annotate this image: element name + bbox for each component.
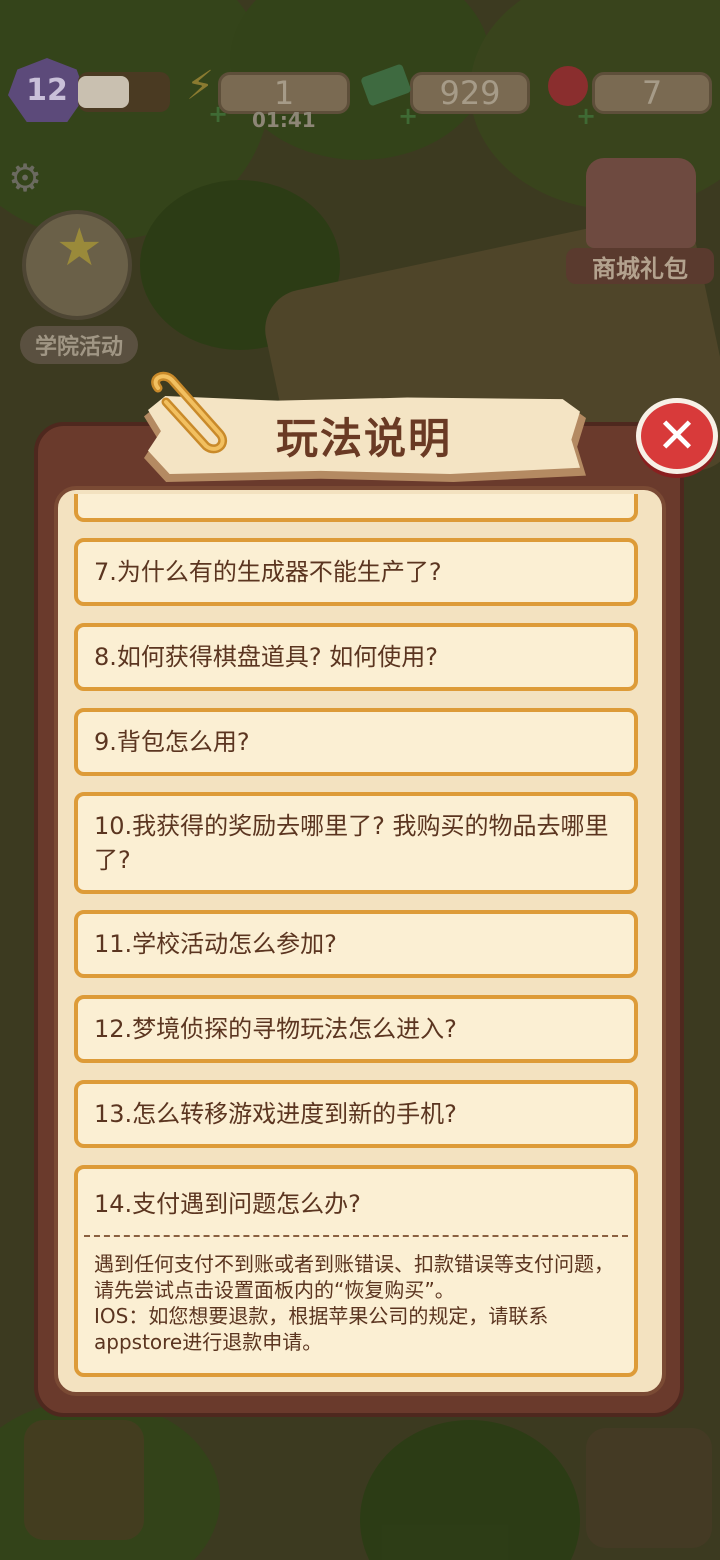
gear-icon[interactable]: ⚙ — [8, 158, 48, 198]
add-energy-button[interactable]: + — [208, 102, 228, 126]
academy-event-label[interactable]: 学院活动 — [20, 326, 138, 364]
faq-item-12[interactable]: 12.梦境侦探的寻物玩法怎么进入? — [74, 995, 638, 1063]
gem-counter[interactable]: 7 — [592, 72, 712, 114]
faq-item-8[interactable]: 8.如何获得棋盘道具? 如何使用? — [74, 623, 638, 691]
energy-value: 1 — [273, 74, 295, 112]
energy-timer: 01:41 — [252, 108, 316, 132]
faq-question: 14.支付遇到问题怎么办? — [94, 1189, 361, 1218]
star-icon: ★ — [56, 218, 103, 278]
faq-question: 9.背包怎么用? — [94, 728, 250, 756]
add-cash-button[interactable]: + — [398, 104, 418, 128]
shop-gift-label[interactable]: 商城礼包 — [566, 248, 714, 284]
shop-icon — [586, 158, 696, 248]
faq-answer: 遇到任何支付不到账或者到账错误、扣款错误等支付问题，请先尝试点击设置面板内的“恢… — [94, 1252, 614, 1354]
close-icon: ✕ — [656, 408, 698, 464]
gem-value: 7 — [641, 74, 663, 112]
faq-question: 8.如何获得棋盘道具? 如何使用? — [94, 643, 439, 671]
faq-item-11[interactable]: 11.学校活动怎么参加? — [74, 910, 638, 978]
faq-item-9[interactable]: 9.背包怎么用? — [74, 708, 638, 776]
faq-item-14-expanded[interactable]: 14.支付遇到问题怎么办? 遇到任何支付不到账或者到账错误、扣款错误等支付问题，… — [74, 1165, 638, 1377]
cash-counter[interactable]: 929 — [410, 72, 530, 114]
faq-question: 13.怎么转移游戏进度到新的手机? — [94, 1100, 457, 1128]
ruby-icon — [548, 66, 588, 106]
cash-value: 929 — [439, 74, 501, 112]
level-value: 12 — [26, 72, 68, 108]
faq-question: 10.我获得的奖励去哪里了? 我购买的物品去哪里了? — [94, 812, 609, 874]
faq-question: 11.学校活动怎么参加? — [94, 930, 337, 958]
faq-question: 7.为什么有的生成器不能生产了? — [94, 558, 442, 586]
xp-bar-fill — [78, 76, 129, 108]
faq-question: 12.梦境侦探的寻物玩法怎么进入? — [94, 1015, 457, 1043]
faq-item-partial[interactable] — [74, 494, 638, 522]
paperclip-icon — [151, 371, 228, 454]
academy-event-button[interactable]: ★ — [22, 210, 132, 330]
close-button[interactable]: ✕ — [636, 398, 718, 474]
faq-item-7[interactable]: 7.为什么有的生成器不能生产了? — [74, 538, 638, 606]
faq-item-13[interactable]: 13.怎么转移游戏进度到新的手机? — [74, 1080, 638, 1148]
xp-bar — [78, 72, 170, 112]
faq-item-10[interactable]: 10.我获得的奖励去哪里了? 我购买的物品去哪里了? — [74, 792, 638, 894]
level-badge[interactable]: 12 — [8, 58, 86, 122]
add-gem-button[interactable]: + — [576, 104, 596, 128]
